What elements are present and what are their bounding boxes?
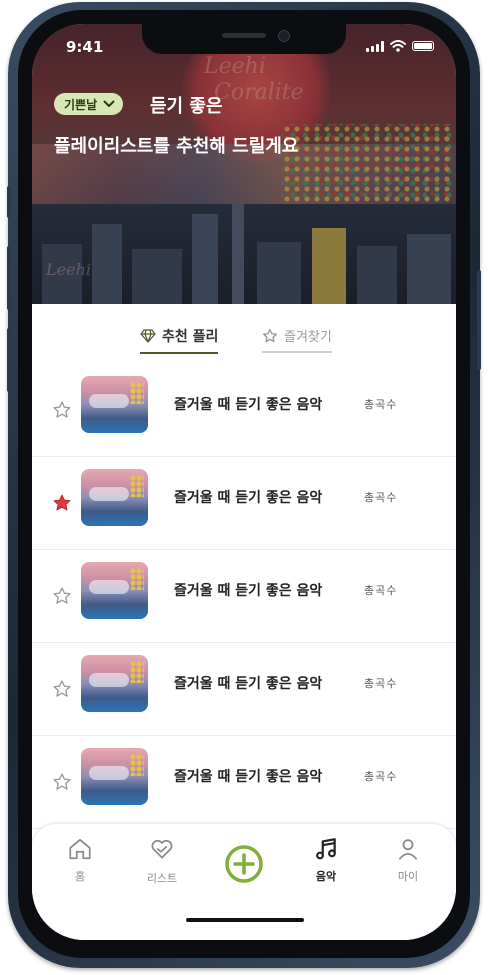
diamond-icon [140,329,156,343]
star-outline-icon[interactable] [52,772,72,792]
tab-label: 추천 플리 [162,329,219,345]
hero-banner: Leehi Coralite Leehi [32,24,456,304]
wifi-icon [390,40,406,52]
nav-music[interactable]: 음악 [298,836,354,884]
heart-list-icon [151,839,173,859]
list-item[interactable]: 즐거울 때 듣기 좋은 음악 총곡수 [32,364,456,457]
nav-label: 리스트 [146,872,178,885]
playlist-thumbnail [81,748,148,805]
playlist-title: 즐거울 때 듣기 좋은 음악 [174,583,323,599]
hero-subtitle: 플레이리스트를 추천해 드릴게요 [54,136,299,157]
front-camera [278,30,290,42]
playlist-list: 즐거울 때 듣기 좋은 음악 총곡수 즐거울 때 듣기 좋은 음악 총곡수 즐거… [32,364,456,829]
status-icons [366,40,434,52]
mute-switch [7,186,11,218]
music-note-icon [316,838,336,860]
speaker [222,33,266,38]
list-item[interactable]: 즐거울 때 듣기 좋은 음악 총곡수 [32,550,456,643]
tab-label: 즐겨찾기 [284,330,332,345]
user-icon [399,839,417,860]
nav-my[interactable]: 마이 [380,836,436,884]
track-count: 총곡수 [364,584,398,597]
add-circle-icon [225,845,263,883]
star-outline-icon[interactable] [52,679,72,699]
mood-selector[interactable]: 기쁜날 [54,93,124,115]
nav-label: 홈 [74,870,86,883]
track-count: 총곡수 [364,398,398,411]
list-item[interactable]: 즐거울 때 듣기 좋은 음악 총곡수 [32,736,456,829]
tab-favorites[interactable]: 즐겨찾기 [262,326,332,353]
track-count: 총곡수 [364,677,398,690]
star-filled-icon[interactable] [52,493,72,513]
star-outline-icon[interactable] [52,586,72,606]
nav-home[interactable]: 홈 [52,836,108,884]
nav-add[interactable] [216,844,272,884]
notch [142,24,346,54]
mood-selector-label: 기쁜날 [64,97,98,112]
power-button [477,270,481,370]
track-count: 총곡수 [364,770,398,783]
track-count: 총곡수 [364,491,398,504]
nav-list[interactable]: 리스트 [134,836,190,886]
playlist-title: 즐거울 때 듣기 좋은 음악 [174,769,323,785]
playlist-title: 즐거울 때 듣기 좋은 음악 [174,490,323,506]
playlist-thumbnail [81,469,148,526]
playlist-thumbnail [81,376,148,433]
home-indicator [186,918,304,922]
hero-title: 듣기 좋은 [150,96,223,117]
nav-label: 마이 [397,870,419,883]
tab-recommended[interactable]: 추천 플리 [140,326,219,354]
app-screen: Leehi Coralite Leehi 9:41 기쁜날 듣기 좋은 플레이리… [32,24,456,940]
battery-icon [412,41,434,51]
star-outline-icon [263,328,277,342]
signal-icon [366,40,384,52]
playlist-title: 즐거울 때 듣기 좋은 음악 [174,397,323,413]
playlist-tabs: 추천 플리 즐겨찾기 [32,304,456,364]
chevron-down-icon [103,100,115,107]
volume-down-button [7,328,11,392]
playlist-thumbnail [81,562,148,619]
list-item[interactable]: 즐거울 때 듣기 좋은 음악 총곡수 [32,643,456,736]
playlist-thumbnail [81,655,148,712]
star-outline-icon[interactable] [52,400,72,420]
home-icon [69,838,91,860]
nav-label: 음악 [315,870,337,883]
volume-up-button [7,246,11,310]
list-item[interactable]: 즐거울 때 듣기 좋은 음악 총곡수 [32,457,456,550]
status-time: 9:41 [66,38,104,56]
playlist-title: 즐거울 때 듣기 좋은 음악 [174,676,323,692]
bottom-navigation: 홈 리스트 음악 마이 [32,824,456,940]
